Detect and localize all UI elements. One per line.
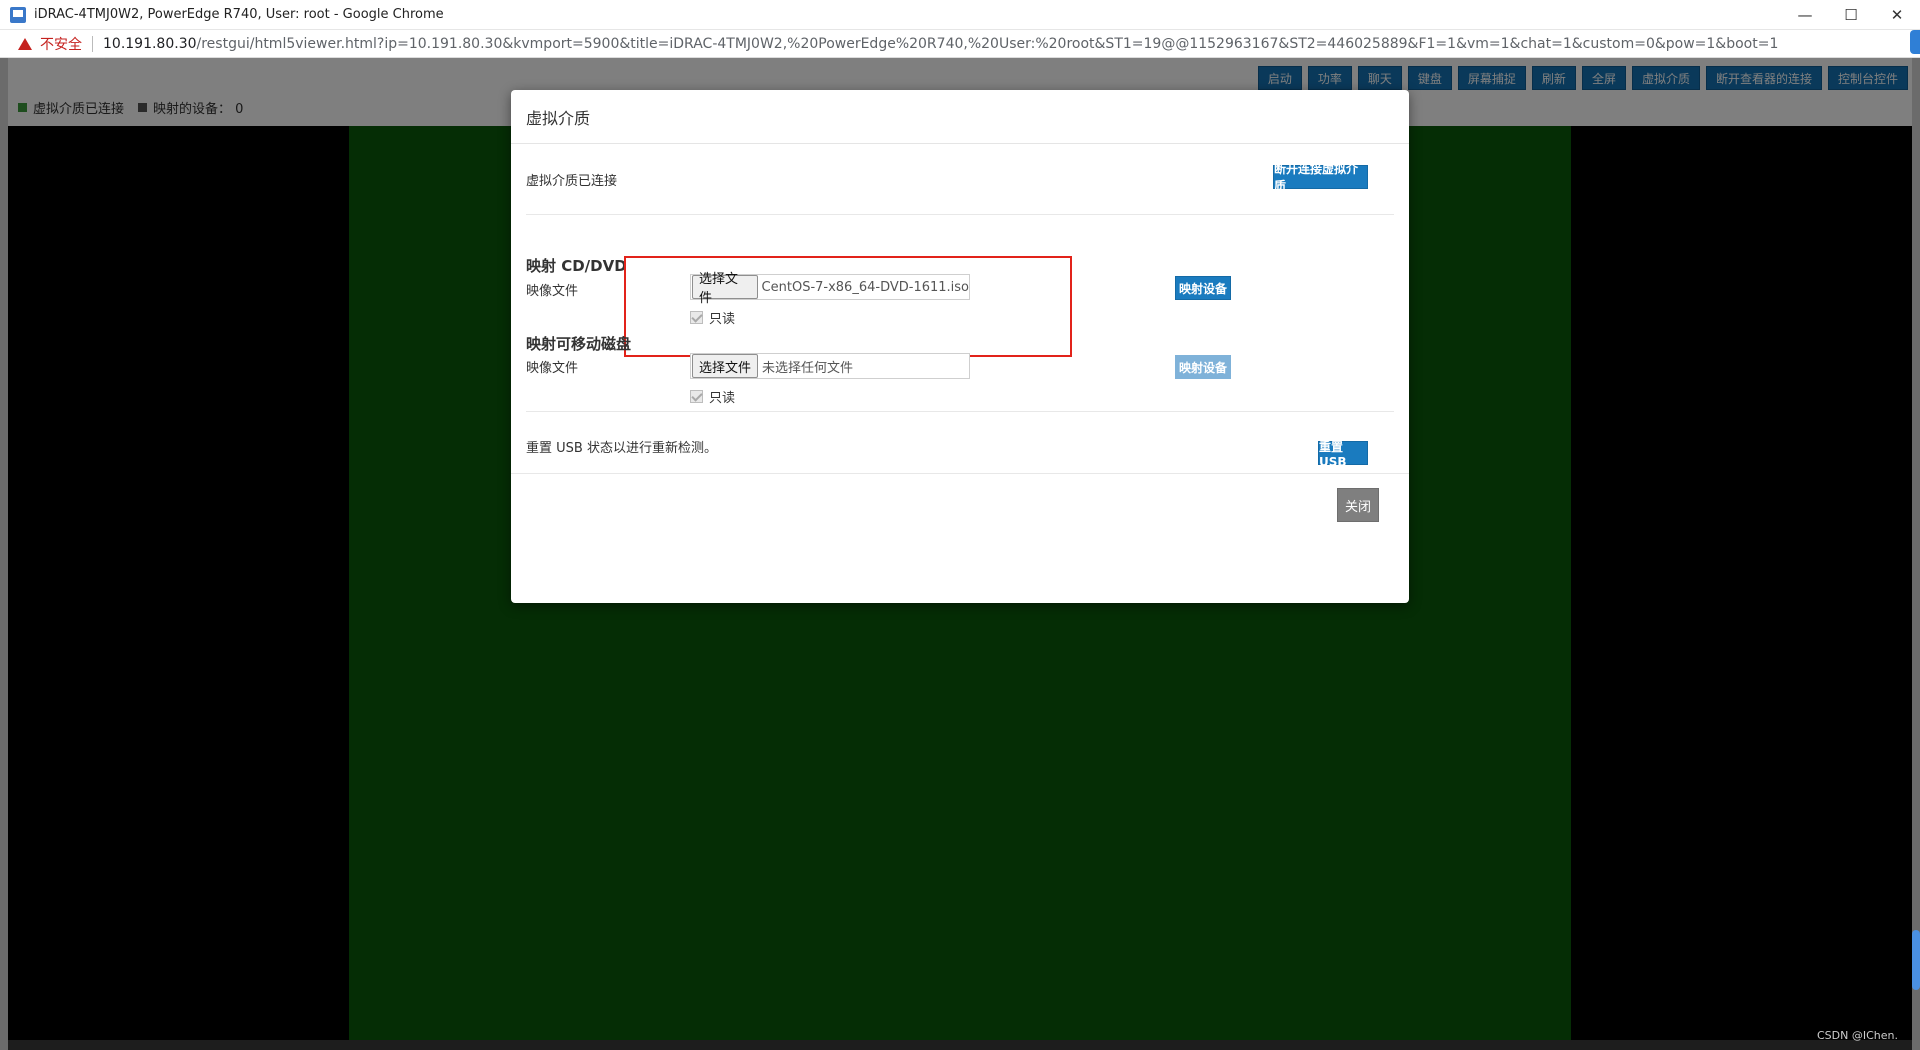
divider — [526, 411, 1394, 412]
url-host: 10.191.80.30 — [103, 35, 197, 52]
address-separator — [92, 35, 93, 52]
url-text[interactable]: 10.191.80.30/restgui/html5viewer.html?ip… — [103, 36, 1778, 52]
dialog-title: 虚拟介质 — [526, 108, 591, 128]
warning-icon[interactable] — [18, 37, 32, 50]
removable-image-label: 映像文件 — [526, 361, 579, 376]
checkbox-icon[interactable] — [690, 390, 703, 403]
close-window-icon[interactable]: ✕ — [1874, 0, 1920, 30]
divider — [526, 214, 1394, 215]
removable-file-name: 未选择任何文件 — [762, 360, 854, 376]
close-dialog-button[interactable]: 关闭 — [1337, 488, 1379, 522]
window-title: iDRAC-4TMJ0W2, PowerEdge R740, User: roo… — [34, 7, 444, 22]
cd-image-label: 映像文件 — [526, 284, 579, 299]
watermark: CSDN @IChen. — [1817, 1029, 1898, 1042]
dialog-header: 虚拟介质 — [511, 90, 1409, 144]
footer-divider — [511, 473, 1409, 474]
security-label[interactable]: 不安全 — [40, 34, 82, 54]
connected-text: 虚拟介质已连接 — [526, 174, 618, 189]
scrollbar-thumb[interactable] — [1912, 930, 1920, 990]
virtual-media-dialog: 虚拟介质 虚拟介质已连接 断开连接虚拟介质 映射 CD/DVD 映像文件 选择文… — [511, 90, 1409, 603]
usb-reset-text: 重置 USB 状态以进行重新检测。 — [526, 441, 717, 456]
cd-section-title: 映射 CD/DVD — [526, 257, 627, 275]
removable-map-device-button[interactable]: 映射设备 — [1175, 355, 1231, 379]
url-path: /restgui/html5viewer.html?ip=10.191.80.3… — [196, 35, 1779, 52]
address-bar[interactable]: 不安全 10.191.80.30/restgui/html5viewer.htm… — [0, 30, 1920, 58]
maximize-icon[interactable]: ☐ — [1828, 0, 1874, 30]
window-controls: — ☐ ✕ — [1782, 0, 1920, 30]
removable-file-input[interactable]: 选择文件 未选择任何文件 — [690, 353, 970, 379]
idrac-app-icon — [10, 6, 26, 23]
browser-title-bar: iDRAC-4TMJ0W2, PowerEdge R740, User: roo… — [0, 0, 1920, 30]
removable-readonly-checkbox[interactable]: 只读 — [690, 387, 735, 406]
reset-usb-button[interactable]: 重置 USB — [1318, 440, 1368, 469]
minimize-icon[interactable]: — — [1782, 0, 1828, 30]
removable-section-title: 映射可移动磁盘 — [526, 335, 632, 353]
extension-icon[interactable] — [1910, 30, 1920, 54]
disconnect-virtual-media-button[interactable]: 断开连接虚拟介质 — [1273, 162, 1368, 193]
cd-map-device-button[interactable]: 映射设备 — [1175, 276, 1231, 300]
highlight-annotation-box — [624, 256, 1072, 357]
removable-readonly-label: 只读 — [709, 391, 736, 406]
removable-choose-file-button[interactable]: 选择文件 — [692, 354, 759, 378]
